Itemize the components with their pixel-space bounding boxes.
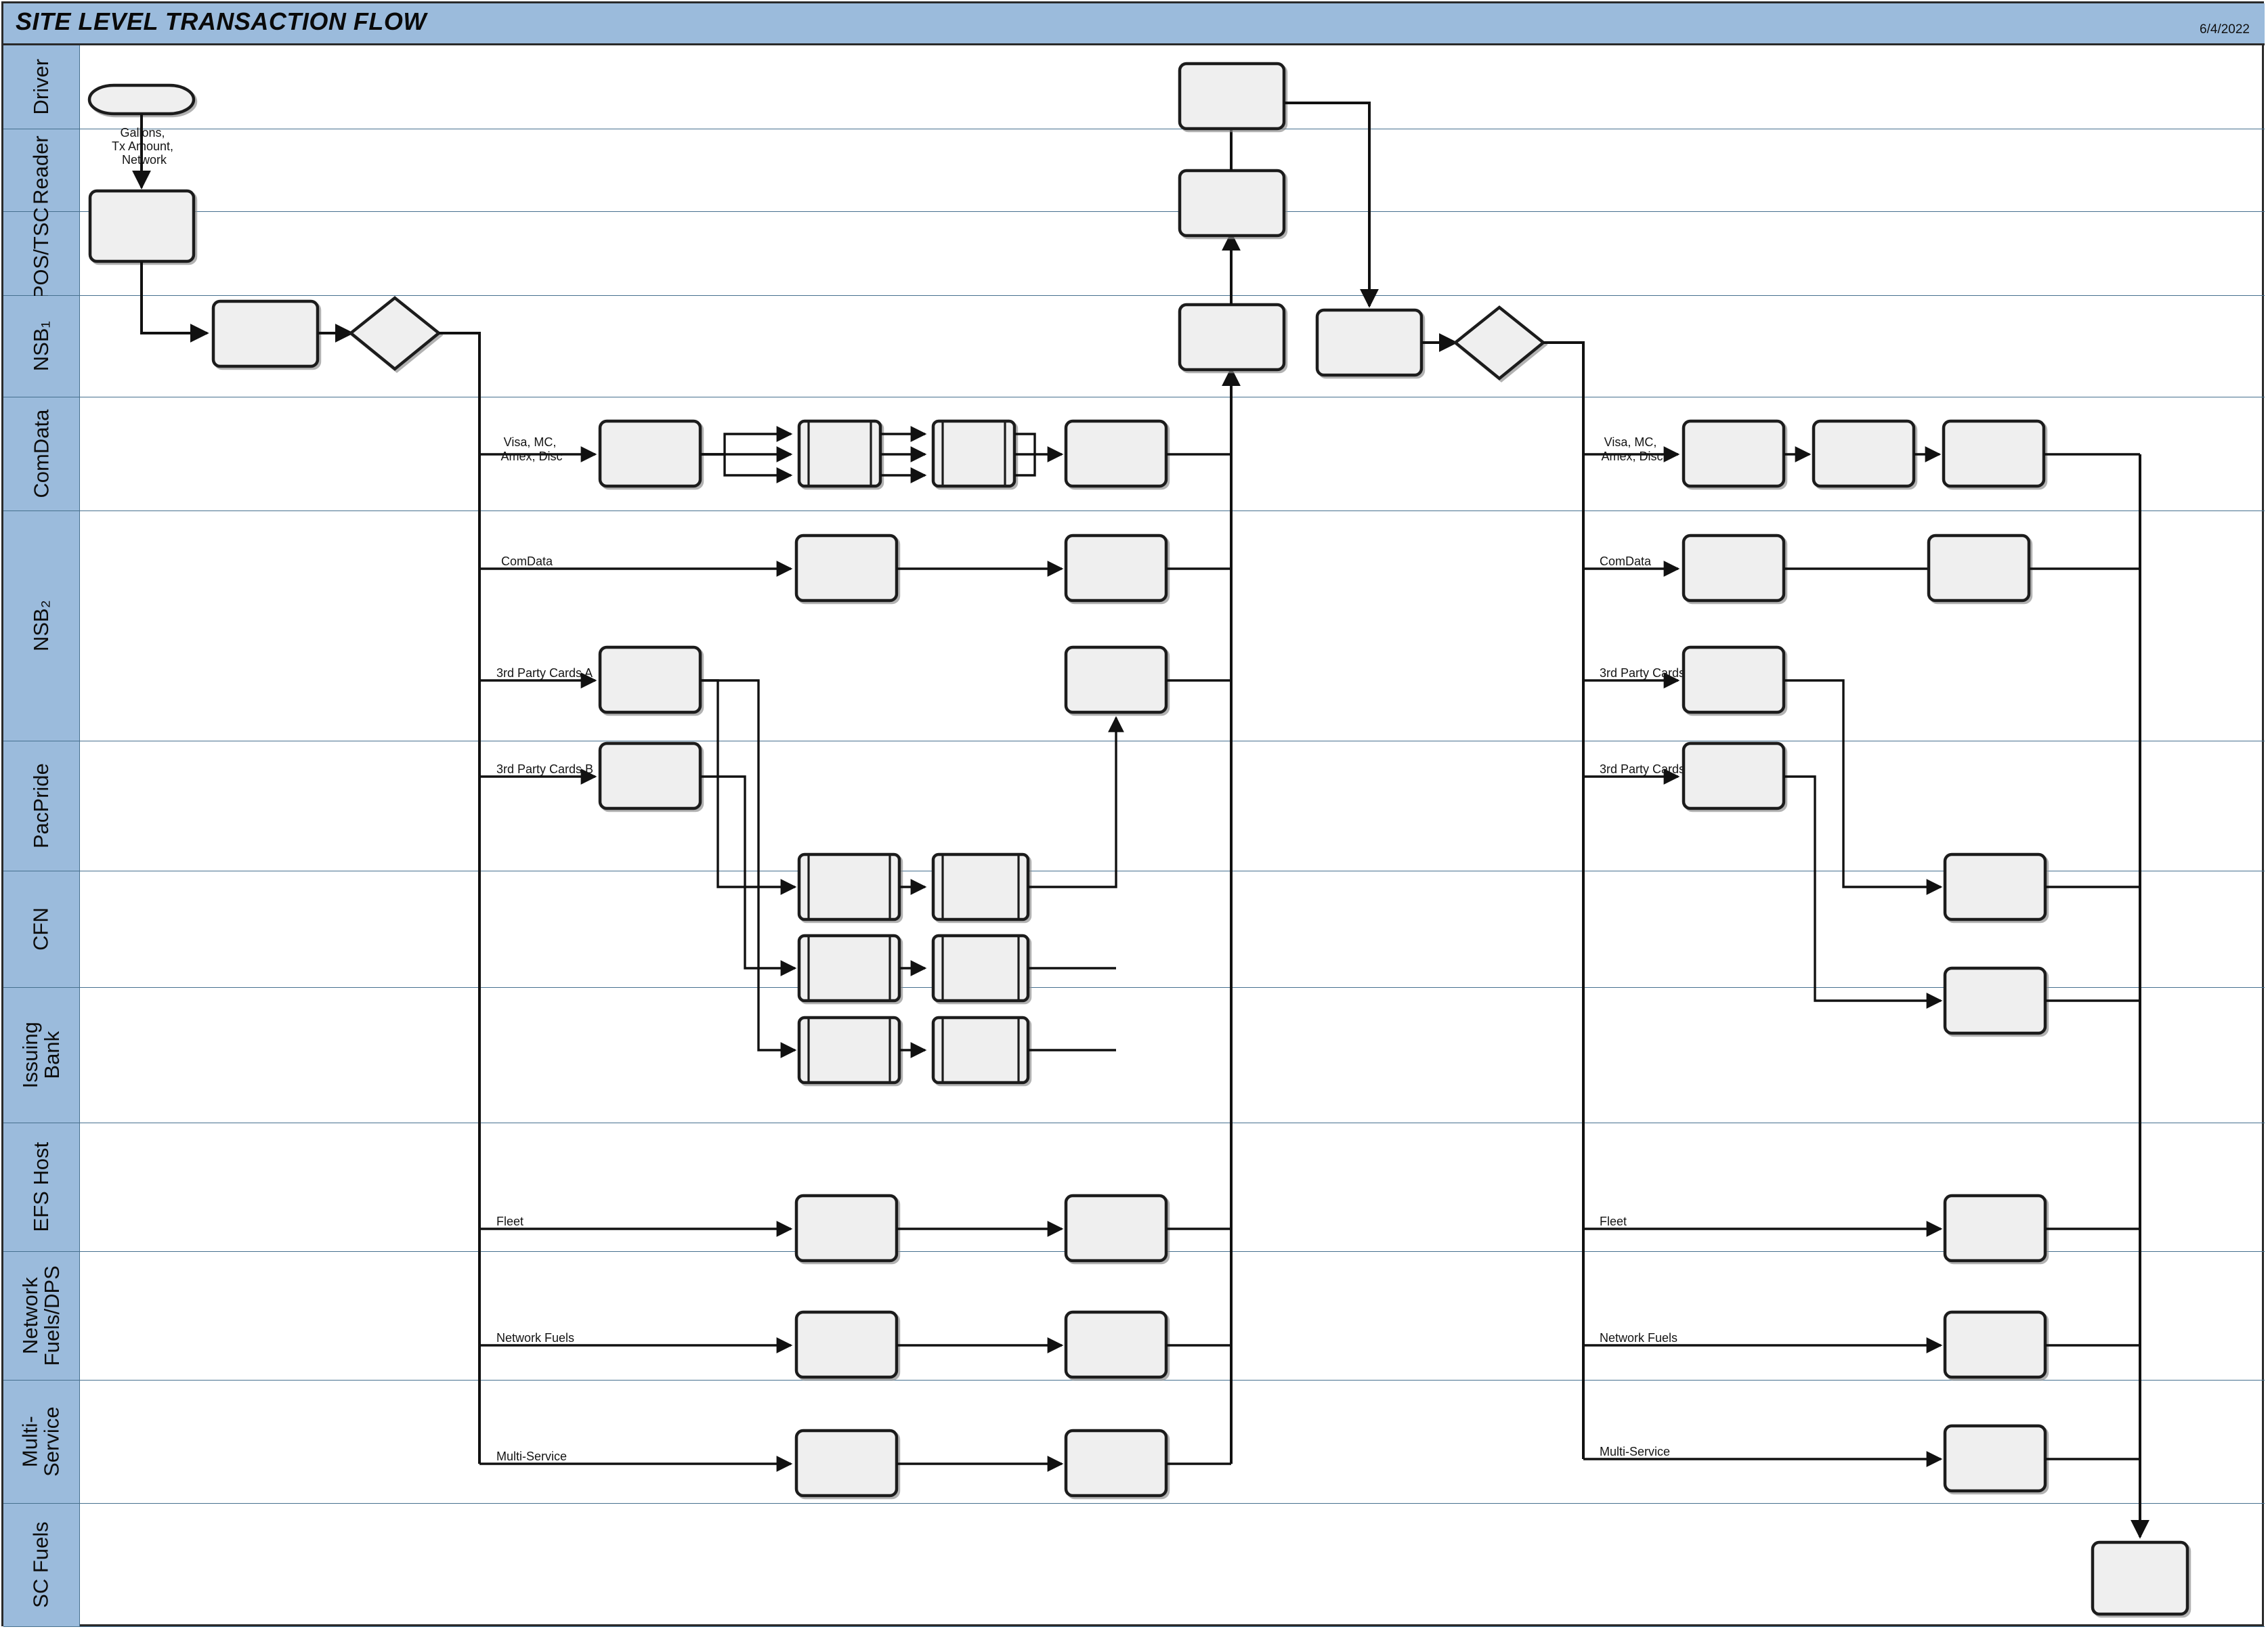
edge-decision2-right-trunk [1543, 341, 1585, 1459]
node-nsb1-r2[interactable] [1812, 419, 1916, 488]
edge-pacpride-reply-up [1028, 716, 1124, 888]
node-driver-start[interactable] [87, 83, 196, 116]
edge-label-netfuels-right: Network Fuels [1600, 1331, 1677, 1345]
node-driver-r[interactable] [1178, 62, 1286, 131]
edge-nsb1-fan-bot [700, 453, 793, 483]
edge-reader-to-postsc [140, 261, 209, 343]
edge-label-nsb2b-left: 3rd Party Cards B [496, 762, 593, 776]
node-efs-l2[interactable] [1064, 1194, 1168, 1263]
edge-label-nsb2b-right: 3rd Party Cards B [1600, 762, 1696, 776]
node-comdata-l1[interactable] [794, 534, 899, 603]
edge-nsb2a-to-issuing [700, 679, 797, 1058]
node-postsc-decision-2[interactable] [1453, 305, 1546, 381]
node-postsc-r1[interactable] [1178, 303, 1286, 372]
node-nsb2-lc[interactable] [1064, 645, 1168, 714]
node-cfn-l2[interactable] [931, 934, 1030, 1003]
node-multi-r[interactable] [1943, 1424, 2047, 1493]
edge-label-efs-right: Fleet [1600, 1215, 1627, 1228]
edge-nsb2a-to-pacpride [700, 679, 797, 895]
edge-nsb2ra-to-pacpride-r [1784, 679, 1943, 895]
node-comdata-r2[interactable] [1927, 534, 2031, 603]
edge-label-nsb1-left: Visa, MC, Amex, Disc [500, 435, 562, 463]
edge-label-nsb1-right: Visa, MC, Amex, Disc [1601, 435, 1663, 463]
node-nsb2-rb[interactable] [1682, 741, 1786, 810]
node-issuing-l1[interactable] [797, 1016, 901, 1085]
edge-label-multi-left: Multi-Service [496, 1450, 567, 1463]
edge-nsb1-l3-merge-bot [1014, 454, 1036, 477]
node-nsb1-l2[interactable] [797, 419, 882, 488]
node-multi-l1[interactable] [794, 1429, 899, 1498]
edge-label-netfuels-left: Network Fuels [496, 1331, 574, 1345]
node-nsb1-l4[interactable] [1064, 419, 1168, 488]
node-cfn-l1[interactable] [797, 934, 901, 1003]
node-net-r[interactable] [1943, 1310, 2047, 1379]
node-scfuels-end[interactable] [2091, 1540, 2189, 1616]
edge-nsb2b-to-cfn [700, 775, 797, 976]
node-net-l1[interactable] [794, 1310, 899, 1379]
node-nsb1-l1[interactable] [598, 419, 702, 488]
node-nsb1-r1[interactable] [1682, 419, 1786, 488]
node-issuing-l2[interactable] [931, 1016, 1030, 1085]
edge-label-multi-right: Multi-Service [1600, 1445, 1670, 1458]
node-pacpride-l1[interactable] [797, 852, 901, 921]
edge-nsb1-fan-top [700, 426, 793, 456]
node-cfn-r[interactable] [1943, 966, 2047, 1035]
node-nsb2-lb[interactable] [598, 741, 702, 810]
edge-label-comdata-left: ComData [501, 555, 553, 568]
node-comdata-r1[interactable] [1682, 534, 1786, 603]
edge-decision1-trunk [439, 332, 481, 1464]
node-nsb1-r3[interactable] [1942, 419, 2046, 488]
edge-label-nsb2a-right: 3rd Party Cards A [1600, 666, 1696, 680]
edge-label-comdata-right: ComData [1600, 555, 1652, 568]
node-nsb1-l3[interactable] [931, 419, 1017, 488]
edge-driver-r-to-postsc-r2 [1284, 102, 1379, 308]
node-reader-1[interactable] [88, 189, 196, 263]
edge-nsb2rb-to-cfn-r [1784, 775, 1943, 1009]
node-multi-l2[interactable] [1064, 1429, 1168, 1498]
edge-label-efs-left: Fleet [496, 1215, 523, 1228]
node-efs-r[interactable] [1943, 1194, 2047, 1263]
edge-label-nsb2a-left: 3rd Party Cards A [496, 666, 593, 680]
node-comdata-l2[interactable] [1064, 534, 1168, 603]
node-reader-r[interactable] [1178, 169, 1286, 238]
node-postsc-1[interactable] [211, 299, 320, 368]
flow-diagram-canvas: Gallons, Tx Amount, Network Visa, MC, Am… [87, 62, 2189, 1616]
node-pacpride-r[interactable] [1943, 852, 2047, 921]
node-postsc-r2[interactable] [1315, 308, 1424, 377]
edge-nsb1-l3-merge-top [1014, 433, 1036, 454]
node-pacpride-l2[interactable] [931, 852, 1030, 921]
node-efs-l1[interactable] [794, 1194, 899, 1263]
node-net-l2[interactable] [1064, 1310, 1168, 1379]
node-postsc-decision-1[interactable] [348, 296, 442, 371]
node-nsb2-ra[interactable] [1682, 645, 1786, 714]
node-nsb2-la[interactable] [598, 645, 702, 714]
flowchart-page: SITE LEVEL TRANSACTION FLOW 6/4/2022 Dri… [0, 0, 2268, 1629]
edge-label-driver-to-reader: Gallons, Tx Amount, Network [112, 126, 177, 167]
